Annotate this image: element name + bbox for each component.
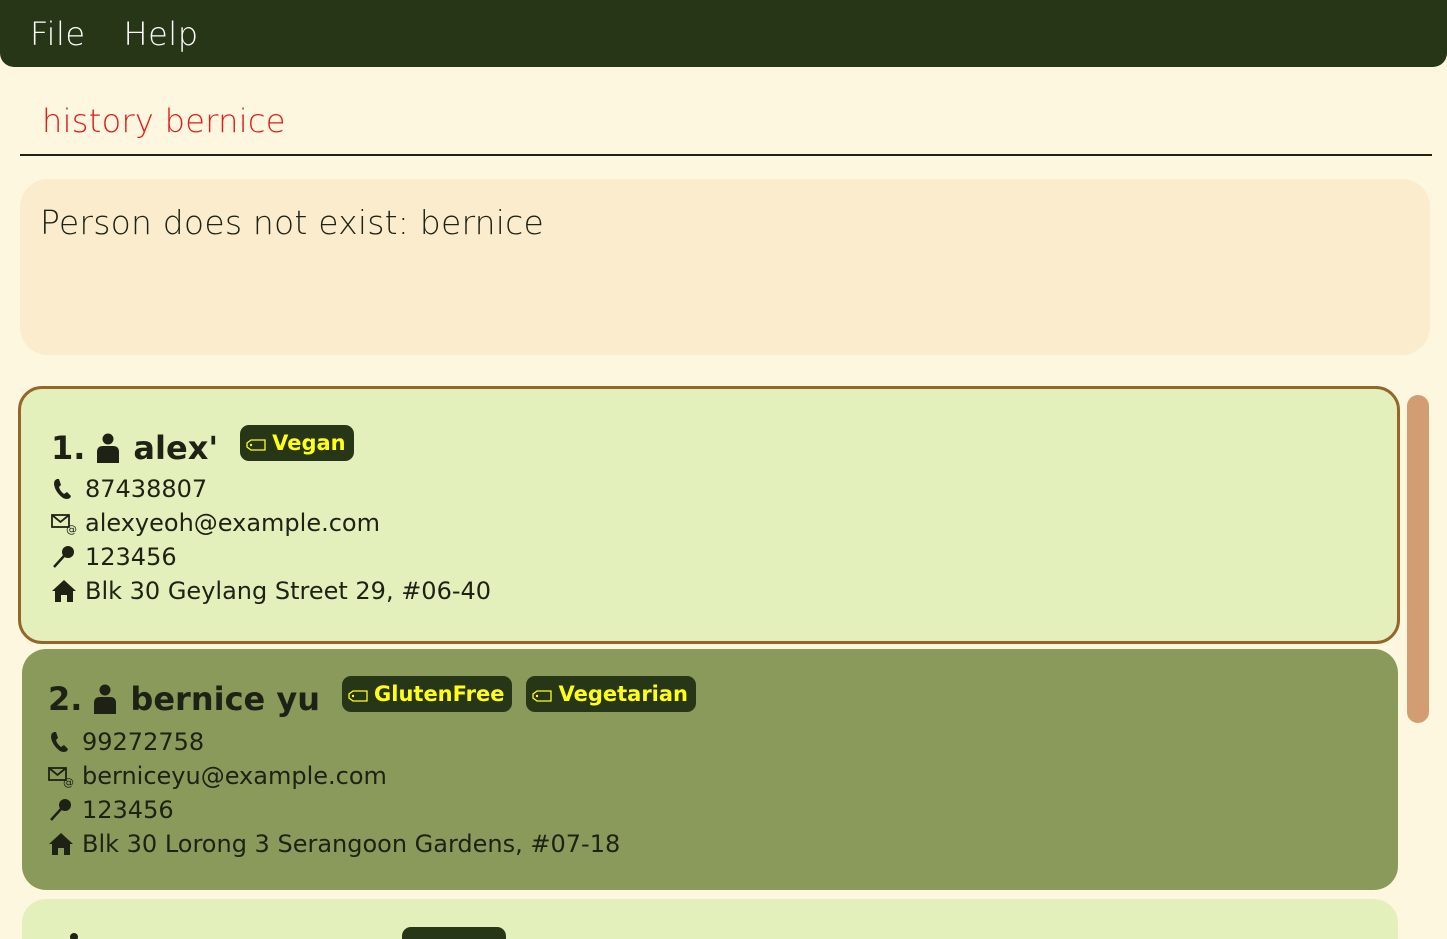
tag-label: GlutenFree [374, 682, 505, 706]
person-icon [70, 933, 78, 939]
pin-icon [50, 799, 71, 821]
command-box[interactable]: history bernice [20, 88, 1432, 156]
person-name: bernice yu [130, 680, 321, 718]
home-icon [52, 580, 76, 602]
svg-text:@: @ [66, 523, 77, 535]
email-icon: @ [48, 767, 74, 788]
tag-badge: GlutenFree [342, 676, 513, 712]
person-card[interactable] [22, 899, 1398, 939]
menu-file[interactable]: File [30, 15, 86, 53]
result-message: Person does not exist: bernice [40, 203, 544, 242]
email-field: @ alexyeoh@example.com [51, 509, 380, 537]
email-field: @ berniceyu@example.com [48, 762, 387, 790]
menu-bar: File Help [0, 0, 1447, 67]
phone-value: 87438807 [85, 475, 208, 503]
email-icon: @ [51, 514, 77, 535]
person-card[interactable]: 2. bernice yu GlutenFree Vegetarian 9927… [22, 649, 1398, 890]
tag-label: Vegetarian [558, 682, 688, 706]
address-value: Blk 30 Geylang Street 29, #06-40 [85, 577, 492, 605]
menu-help[interactable]: Help [124, 15, 199, 53]
address-value: Blk 30 Lorong 3 Serangoon Gardens, #07-1… [82, 830, 621, 858]
list-scrollbar[interactable] [1407, 395, 1429, 723]
person-icon [94, 684, 117, 714]
email-value: alexyeoh@example.com [85, 509, 380, 537]
phone-field: 99272758 [48, 728, 204, 756]
tag-icon [348, 689, 368, 702]
tag-icon [532, 689, 553, 702]
tag-icon [246, 438, 266, 451]
address-field: Blk 30 Geylang Street 29, #06-40 [51, 577, 491, 605]
tag-badge [402, 927, 506, 939]
command-input[interactable]: history bernice [42, 102, 286, 140]
tag-label: Vegan [272, 431, 346, 455]
svg-text:@: @ [63, 776, 74, 788]
person-index: 1. [51, 429, 86, 467]
phone-value: 99272758 [82, 728, 205, 756]
home-icon [49, 833, 73, 855]
pin-value: 123456 [82, 796, 174, 824]
pin-field: 123456 [51, 543, 177, 571]
result-display: Person does not exist: bernice [20, 179, 1430, 355]
phone-icon [51, 732, 68, 752]
pin-field: 123456 [48, 796, 174, 824]
phone-field: 87438807 [51, 475, 207, 503]
pin-value: 123456 [85, 543, 177, 571]
person-name: alex' [133, 429, 219, 467]
person-card[interactable]: 1. alex' Vegan 87438807 @ alexyeoh@examp… [18, 386, 1400, 644]
tag-badge: Vegetarian [526, 676, 696, 712]
address-field: Blk 30 Lorong 3 Serangoon Gardens, #07-1… [48, 830, 620, 858]
person-index: 2. [48, 680, 83, 718]
phone-icon [54, 479, 71, 499]
email-value: berniceyu@example.com [82, 762, 387, 790]
person-list[interactable]: 1. alex' Vegan 87438807 @ alexyeoh@examp… [18, 386, 1400, 939]
person-icon [97, 433, 120, 463]
pin-icon [53, 546, 74, 568]
tag-badge: Vegan [240, 425, 354, 461]
